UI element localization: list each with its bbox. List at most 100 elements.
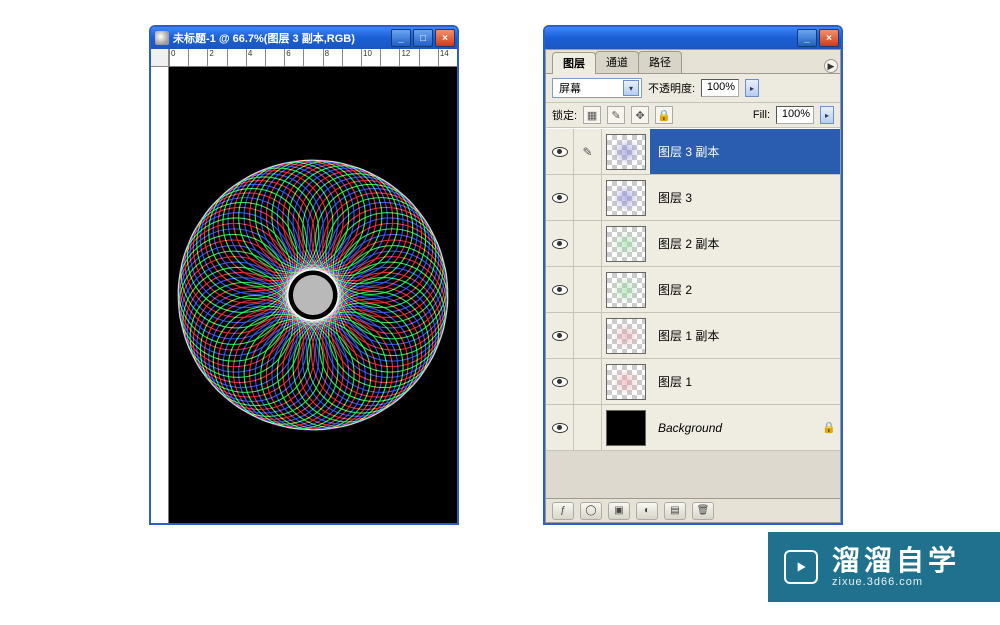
layer-thumbnail[interactable] <box>606 272 646 308</box>
minimize-button[interactable]: _ <box>391 29 411 47</box>
lock-fill-row: 锁定: ▦ ✎ ✥ 🔒 Fill: 100% ▸ <box>546 103 840 128</box>
doc-title: 未标题-1 @ 66.7%(图层 3 副本,RGB) <box>173 30 387 46</box>
blend-mode-dropdown[interactable]: 屏幕 ▾ <box>552 78 642 98</box>
link-cell[interactable] <box>574 221 602 266</box>
ruler-tick: 12 <box>399 49 418 66</box>
opacity-slider-button[interactable]: ▸ <box>745 79 759 97</box>
edit-icon: ✎ <box>582 145 592 159</box>
ruler-tick <box>342 49 361 66</box>
eye-icon <box>552 423 568 433</box>
ruler-tick: 10 <box>361 49 380 66</box>
tab-channels[interactable]: 通道 <box>595 51 639 73</box>
layer-thumbnail[interactable] <box>606 226 646 262</box>
lock-paint-icon[interactable]: ✎ <box>607 106 625 124</box>
ruler-tick: 2 <box>207 49 226 66</box>
link-cell[interactable] <box>574 267 602 312</box>
visibility-toggle[interactable] <box>546 405 574 450</box>
fill-slider-button[interactable]: ▸ <box>820 106 834 124</box>
lock-all-icon[interactable]: 🔒 <box>655 106 673 124</box>
app-icon <box>155 31 169 45</box>
maximize-button[interactable]: □ <box>413 29 433 47</box>
badge-title: 溜溜自学 <box>832 546 960 577</box>
doc-titlebar[interactable]: 未标题-1 @ 66.7%(图层 3 副本,RGB) _ □ × <box>151 27 457 49</box>
blend-mode-value: 屏幕 <box>559 80 581 96</box>
visibility-toggle[interactable] <box>546 175 574 220</box>
close-button[interactable]: × <box>435 29 455 47</box>
footer-set-button[interactable]: ▣ <box>608 502 630 520</box>
fill-value[interactable]: 100% <box>776 106 814 124</box>
layer-name[interactable]: 图层 2 副本 <box>650 221 840 266</box>
panel-menu-button[interactable]: ▶ <box>824 59 838 73</box>
lock-move-icon[interactable]: ✥ <box>631 106 649 124</box>
blend-opacity-row: 屏幕 ▾ 不透明度: 100% ▸ <box>546 74 840 103</box>
ruler-tick <box>419 49 438 66</box>
layer-name[interactable]: 图层 1 副本 <box>650 313 840 358</box>
visibility-toggle[interactable] <box>546 221 574 266</box>
footer-adj-button[interactable]: ◐ <box>636 502 658 520</box>
layer-thumbnail[interactable] <box>606 318 646 354</box>
layer-thumbnail[interactable] <box>606 410 646 446</box>
lock-transparency-icon[interactable]: ▦ <box>583 106 601 124</box>
tab-paths[interactable]: 路径 <box>638 51 682 73</box>
layer-name[interactable]: 图层 3 <box>650 175 840 220</box>
eye-icon <box>552 239 568 249</box>
layer-row[interactable]: 图层 3 <box>546 175 840 221</box>
footer-fx-button[interactable]: ƒ <box>552 502 574 520</box>
ruler-tick <box>303 49 322 66</box>
layer-row[interactable]: 图层 2 <box>546 267 840 313</box>
layer-thumbnail[interactable] <box>606 134 646 170</box>
lock-icon: 🔒 <box>818 421 840 434</box>
link-cell[interactable] <box>574 175 602 220</box>
layer-row[interactable]: 图层 1 副本 <box>546 313 840 359</box>
badge-subtitle: zixue.3d66.com <box>832 576 960 588</box>
eye-icon <box>552 193 568 203</box>
visibility-toggle[interactable] <box>546 359 574 404</box>
layer-row[interactable]: 图层 2 副本 <box>546 221 840 267</box>
ruler-tick: 14 <box>438 49 457 66</box>
layers-panel-window: _ × 图层 通道 路径 ▶ 屏幕 ▾ 不透明度: 100% ▸ 锁定: ▦ ✎… <box>543 25 843 525</box>
eye-icon <box>552 285 568 295</box>
footer-mask-button[interactable]: ◯ <box>580 502 602 520</box>
layer-row[interactable]: 图层 1 <box>546 359 840 405</box>
canvas[interactable] <box>169 67 457 523</box>
ruler-vertical[interactable] <box>151 67 169 523</box>
ruler-tick: 0 <box>169 49 188 66</box>
spirograph-artwork <box>173 155 453 435</box>
panel-footer: ƒ ◯ ▣ ◐ ▤ 🗑 <box>546 498 840 522</box>
layer-name[interactable]: Background <box>650 405 818 450</box>
panel-minimize-button[interactable]: _ <box>797 29 817 47</box>
layer-row[interactable]: ✎ 图层 3 副本 <box>546 129 840 175</box>
brand-badge[interactable]: 溜溜自学 zixue.3d66.com <box>768 532 1000 602</box>
layer-name[interactable]: 图层 2 <box>650 267 840 312</box>
layer-thumbnail[interactable] <box>606 180 646 216</box>
ruler-horizontal[interactable]: 0 2 4 6 8 10 12 14 <box>169 49 457 67</box>
ruler-tick <box>265 49 284 66</box>
layers-list: ✎ 图层 3 副本图层 3图层 2 副本图层 2图层 1 副本图层 1Backgr… <box>546 128 840 498</box>
layer-name[interactable]: 图层 3 副本 <box>650 129 840 174</box>
footer-trash-button[interactable]: 🗑 <box>692 502 714 520</box>
ruler-tick: 8 <box>323 49 342 66</box>
fill-label: Fill: <box>753 109 770 121</box>
link-cell[interactable] <box>574 405 602 450</box>
link-cell[interactable]: ✎ <box>574 129 602 174</box>
layer-name[interactable]: 图层 1 <box>650 359 840 404</box>
panel-close-button[interactable]: × <box>819 29 839 47</box>
ruler-tick <box>380 49 399 66</box>
lock-label: 锁定: <box>552 107 577 123</box>
play-icon <box>784 550 818 584</box>
visibility-toggle[interactable] <box>546 313 574 358</box>
link-cell[interactable] <box>574 359 602 404</box>
footer-new-button[interactable]: ▤ <box>664 502 686 520</box>
panel-titlebar[interactable]: _ × <box>545 27 841 49</box>
document-window: 未标题-1 @ 66.7%(图层 3 副本,RGB) _ □ × 0 2 4 6 8 10… <box>149 25 459 525</box>
visibility-toggle[interactable] <box>546 267 574 312</box>
layer-row[interactable]: Background🔒 <box>546 405 840 451</box>
visibility-toggle[interactable] <box>546 129 574 174</box>
opacity-value[interactable]: 100% <box>701 79 739 97</box>
tab-layers[interactable]: 图层 <box>552 52 596 74</box>
ruler-tick: 6 <box>284 49 303 66</box>
ruler-tick: 4 <box>246 49 265 66</box>
ruler-tick <box>227 49 246 66</box>
layer-thumbnail[interactable] <box>606 364 646 400</box>
link-cell[interactable] <box>574 313 602 358</box>
